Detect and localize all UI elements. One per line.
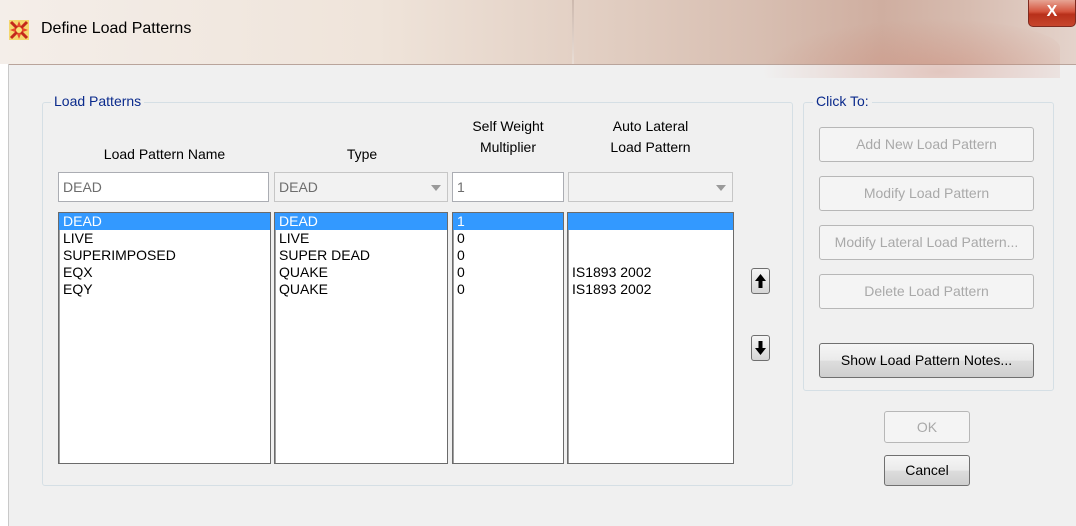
load-patterns-group-title: Load Patterns [51, 93, 145, 109]
chevron-down-icon [431, 185, 441, 191]
list-item[interactable]: LIVE [275, 230, 447, 247]
list-item[interactable]: DEAD [275, 213, 447, 230]
list-item[interactable]: EQY [59, 281, 270, 298]
move-down-button[interactable] [751, 335, 770, 361]
header-self-weight-line2: Multiplier [479, 139, 536, 155]
list-item[interactable]: SUPER DEAD [275, 247, 447, 264]
app-star-icon [9, 20, 29, 40]
arrow-up-icon [755, 274, 766, 288]
header-self-weight-line1: Self Weight [472, 118, 544, 134]
arrow-down-icon [755, 341, 766, 355]
load-pattern-name-input[interactable]: DEAD [58, 172, 269, 202]
type-select-value: DEAD [279, 179, 318, 195]
header-auto-lateral-line2: Load Pattern [610, 139, 691, 155]
title-bar-divider [572, 0, 574, 64]
modify-lateral-load-pattern-button[interactable]: Modify Lateral Load Pattern... [819, 225, 1034, 260]
list-item[interactable]: QUAKE [275, 264, 447, 281]
list-item[interactable]: LIVE [59, 230, 270, 247]
list-item[interactable]: DEAD [59, 213, 270, 230]
add-new-load-pattern-button[interactable]: Add New Load Pattern [819, 127, 1034, 162]
header-type: Type [346, 146, 378, 162]
list-item[interactable]: 0 [453, 247, 563, 264]
type-list[interactable]: DEAD LIVE SUPER DEAD QUAKE QUAKE [274, 212, 448, 464]
show-load-pattern-notes-button[interactable]: Show Load Pattern Notes... [819, 343, 1034, 378]
self-weight-multiplier-list[interactable]: 1 0 0 0 0 [452, 212, 564, 464]
list-item[interactable] [568, 247, 733, 264]
list-item[interactable]: 1 [453, 213, 563, 230]
load-pattern-name-list[interactable]: DEAD LIVE SUPERIMPOSED EQX EQY [58, 212, 271, 464]
header-load-pattern-name: Load Pattern Name [103, 146, 226, 162]
list-item[interactable] [568, 230, 733, 247]
title-bar[interactable]: Define Load Patterns X [0, 0, 1076, 78]
list-item[interactable] [568, 213, 733, 230]
list-item[interactable]: QUAKE [275, 281, 447, 298]
header-auto-lateral-load-pattern: Auto Lateral Load Pattern [568, 117, 733, 157]
header-auto-lateral-line1: Auto Lateral [612, 118, 689, 134]
list-item[interactable]: IS1893 2002 [568, 281, 733, 298]
type-select[interactable]: DEAD [274, 172, 448, 202]
list-item[interactable]: SUPERIMPOSED [59, 247, 270, 264]
title-bar-decoration [760, 18, 1060, 78]
self-weight-multiplier-input[interactable]: 1 [452, 172, 564, 202]
click-to-group-title: Click To: [813, 93, 872, 109]
header-self-weight-multiplier: Self Weight Multiplier [452, 117, 564, 157]
list-item[interactable]: EQX [59, 264, 270, 281]
list-item[interactable]: 0 [453, 281, 563, 298]
cancel-button[interactable]: Cancel [884, 455, 970, 486]
modify-load-pattern-button[interactable]: Modify Load Pattern [819, 176, 1034, 211]
window-frame-left [0, 64, 9, 526]
auto-lateral-select[interactable] [568, 172, 733, 202]
ok-button[interactable]: OK [884, 411, 970, 443]
list-item[interactable]: IS1893 2002 [568, 264, 733, 281]
close-button[interactable]: X [1028, 0, 1076, 27]
list-item[interactable]: 0 [453, 230, 563, 247]
auto-lateral-list[interactable]: IS1893 2002 IS1893 2002 [567, 212, 734, 464]
close-icon: X [1046, 3, 1058, 20]
chevron-down-icon [716, 185, 726, 191]
delete-load-pattern-button[interactable]: Delete Load Pattern [819, 274, 1034, 309]
window-title: Define Load Patterns [41, 20, 192, 37]
list-item[interactable]: 0 [453, 264, 563, 281]
move-up-button[interactable] [751, 268, 770, 294]
